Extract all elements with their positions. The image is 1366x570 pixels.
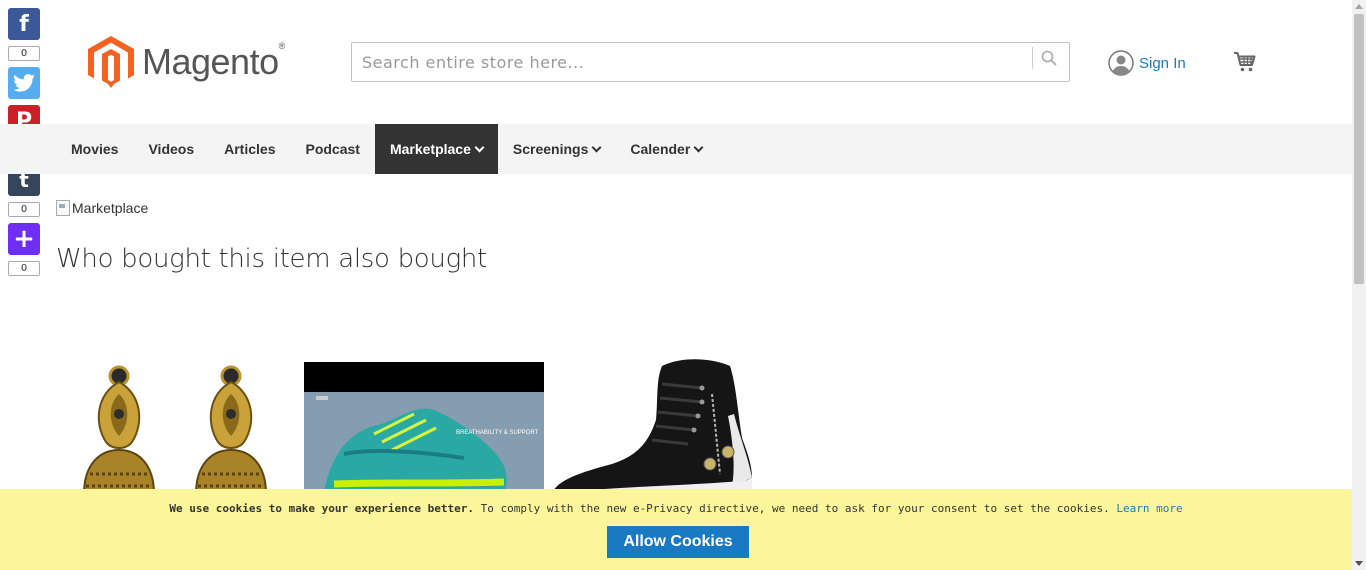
- chevron-down-icon: [591, 142, 602, 152]
- nav-item-screenings[interactable]: Screenings: [498, 124, 615, 174]
- nav-item-podcast[interactable]: Podcast: [290, 124, 374, 174]
- product-black-boot[interactable]: [552, 354, 792, 494]
- cookie-message-text: To comply with the new e-Privacy directi…: [474, 502, 1117, 515]
- scrollbar-thumb[interactable]: [1354, 14, 1364, 284]
- addthis-share: + 0: [8, 223, 40, 276]
- chevron-down-icon: [693, 142, 704, 152]
- plus-icon[interactable]: +: [8, 223, 40, 255]
- cookie-notice: We use cookies to make your experience b…: [0, 489, 1352, 570]
- main-content: Marketplace Who bought this item also bo…: [56, 198, 1336, 274]
- tumblr-share-count: 0: [8, 202, 40, 217]
- section-heading: Who bought this item also bought: [56, 244, 487, 274]
- store-logo[interactable]: Magento®: [88, 36, 285, 88]
- sign-in-label: Sign In: [1139, 54, 1186, 72]
- earrings-image: [82, 365, 268, 494]
- search-divider: [1032, 47, 1033, 69]
- page-scrollbar[interactable]: [1352, 0, 1366, 570]
- addthis-share-count: 0: [8, 261, 40, 276]
- page-header: Magento® Sign In: [0, 0, 1352, 124]
- nav-item-movies[interactable]: Movies: [56, 124, 133, 174]
- search-input[interactable]: [352, 43, 1032, 81]
- nav-item-marketplace[interactable]: Marketplace: [374, 124, 498, 174]
- product-earrings[interactable]: [56, 354, 296, 494]
- image-alt-text: Marketplace: [72, 200, 149, 216]
- sneaker-video-image: BREATHABILITY & SUPPORT: [304, 362, 544, 494]
- nav-item-videos[interactable]: Videos: [133, 124, 209, 174]
- scroll-down-arrow-icon[interactable]: [1355, 561, 1363, 566]
- marketplace-banner-image: Marketplace: [56, 198, 1336, 218]
- product-list: BREATHABILITY & SUPPORT: [56, 354, 800, 494]
- broken-image-icon: [56, 200, 70, 216]
- nav-item-articles[interactable]: Articles: [209, 124, 290, 174]
- search-box: [351, 42, 1070, 82]
- cart-icon[interactable]: [1233, 50, 1257, 74]
- boot-image: [552, 359, 752, 494]
- sign-in-link[interactable]: Sign In: [1108, 50, 1186, 76]
- user-avatar-icon: [1108, 50, 1134, 76]
- main-navigation: Movies Videos Articles Podcast Marketpla…: [0, 124, 1352, 174]
- cookie-message: We use cookies to make your experience b…: [0, 502, 1352, 515]
- learn-more-link[interactable]: Learn more: [1116, 502, 1182, 515]
- cookie-message-bold: We use cookies to make your experience b…: [169, 502, 474, 515]
- logo-text: Magento®: [142, 41, 285, 82]
- nav-item-calender[interactable]: Calender: [615, 124, 717, 174]
- scroll-up-arrow-icon[interactable]: [1355, 4, 1363, 9]
- chevron-down-icon: [474, 142, 485, 152]
- video-caption: BREATHABILITY & SUPPORT: [456, 430, 539, 436]
- product-running-shoe[interactable]: BREATHABILITY & SUPPORT: [304, 354, 544, 494]
- search-icon[interactable]: [1041, 50, 1057, 66]
- allow-cookies-button[interactable]: Allow Cookies: [607, 526, 749, 558]
- magento-logo-icon: [88, 36, 134, 88]
